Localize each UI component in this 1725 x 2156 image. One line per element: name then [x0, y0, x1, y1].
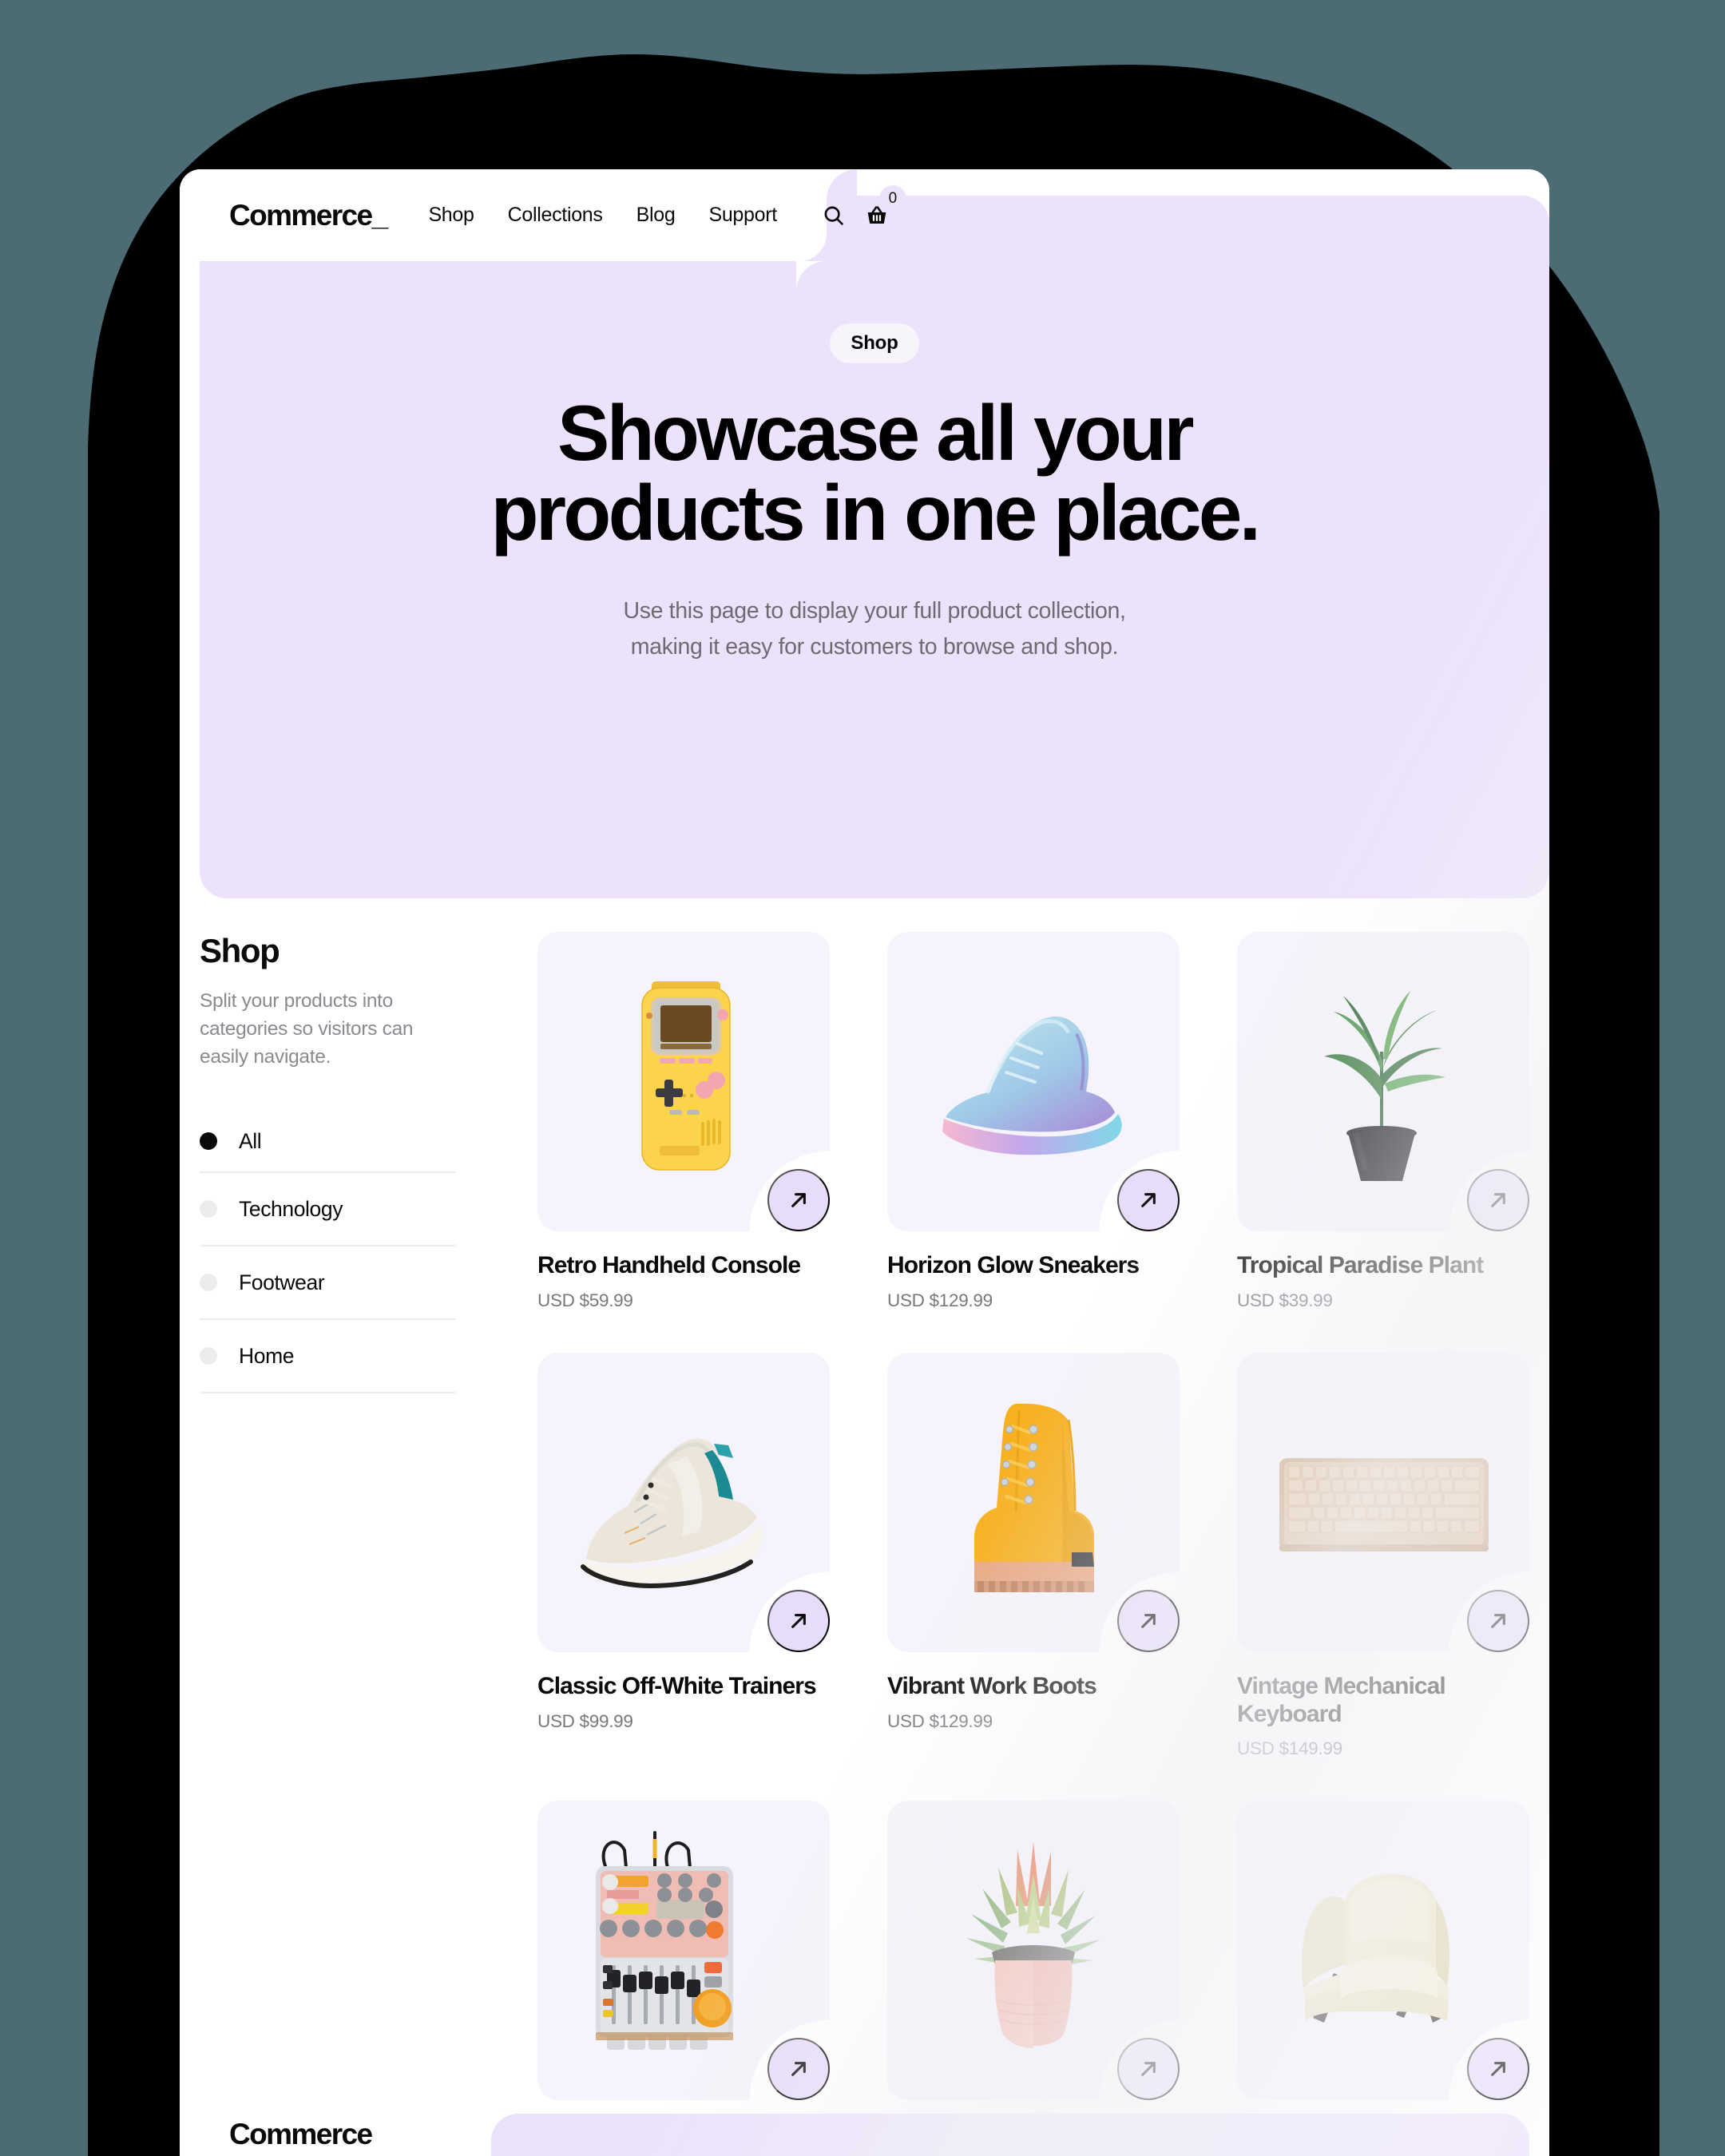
arrow-up-right-icon [1491, 1613, 1505, 1628]
product-card[interactable]: Classic Off-White Trainers USD $99.99 [537, 1352, 830, 1760]
footer-brand-logo[interactable]: Commerce [229, 2118, 373, 2151]
browser-screen: Shop Showcase all your products in one p… [180, 169, 1549, 2156]
radio-dot-icon [200, 1200, 217, 1219]
hero-badge: Shop [830, 323, 919, 363]
nav-corner-notch-bottom [796, 261, 827, 291]
product-thumbnail-wrap [1237, 1352, 1529, 1652]
product-open-button[interactable] [1117, 1589, 1180, 1652]
cart-button[interactable]: 0 [860, 184, 906, 232]
product-card[interactable]: Vintage Mechanical Keyboard USD $149.99 [1237, 1352, 1529, 1760]
nav-icon-group: 0 [817, 184, 906, 232]
radio-dot-icon [200, 1132, 217, 1151]
nav-link-collections[interactable]: Collections [508, 204, 603, 227]
product-price: USD $129.99 [887, 1290, 993, 1310]
product-grid: Retro Handheld Console USD $59.99 Horizo… [487, 932, 1529, 2156]
product-name: Retro Handheld Console [537, 1252, 801, 1278]
product-thumbnail-wrap [537, 1801, 830, 2101]
product-thumbnail-wrap [537, 1352, 830, 1652]
arrow-up-right-icon [791, 2062, 806, 2077]
product-name: Vibrant Work Boots [887, 1672, 1097, 1699]
content-area: Shop Split your products into categories… [180, 932, 1549, 2156]
hero-subtitle-line-1: Use this page to display your full produ… [623, 597, 1126, 624]
product-thumbnail-wrap [887, 932, 1180, 1231]
hero-subtitle: Use this page to display your full produ… [295, 593, 1453, 665]
product-thumbnail-wrap [1237, 1801, 1529, 2101]
product-name: Tropical Paradise Plant [1237, 1252, 1484, 1278]
arrow-up-right-icon [791, 1613, 806, 1628]
product-thumbnail-wrap [1237, 932, 1529, 1231]
nav-link-shop[interactable]: Shop [428, 204, 474, 227]
product-open-button[interactable] [1467, 1169, 1529, 1231]
hero-panel: Shop Showcase all your products in one p… [200, 196, 1549, 898]
hero-title-line-1: Showcase all your [557, 389, 1195, 477]
product-card[interactable]: Retro Handheld Console USD $59.99 [537, 932, 830, 1311]
product-thumbnail-wrap [887, 1352, 1180, 1652]
sidebar-title: Shop [200, 932, 280, 969]
sidebar-description: Split your products into categories so v… [200, 990, 414, 1068]
product-name: Classic Off-White Trainers [537, 1672, 817, 1699]
radio-dot-icon [200, 1347, 217, 1365]
search-button[interactable] [817, 199, 851, 232]
category-item-technology[interactable]: Technology [200, 1173, 455, 1247]
product-open-button[interactable] [1117, 2038, 1180, 2101]
product-open-button[interactable] [767, 1589, 830, 1652]
category-label: All [239, 1128, 262, 1153]
search-icon [824, 206, 843, 225]
site-footer: Commerce [180, 2082, 1549, 2156]
product-name: Vintage Mechanical Keyboard [1237, 1672, 1446, 1727]
product-name: Horizon Glow Sneakers [887, 1252, 1140, 1278]
product-thumbnail-wrap [887, 1801, 1180, 2101]
product-price: USD $99.99 [537, 1710, 633, 1731]
nav-corner-notch-right [827, 169, 857, 200]
product-price: USD $149.99 [1237, 1738, 1342, 1759]
product-open-button[interactable] [767, 2038, 830, 2101]
arrow-up-right-icon [1491, 2062, 1505, 2077]
product-thumbnail-wrap [537, 932, 830, 1231]
brand-logo[interactable]: Commerce_ [229, 199, 388, 232]
category-item-all[interactable]: All [200, 1111, 455, 1174]
arrow-up-right-icon [1141, 1613, 1156, 1628]
hero-title-line-2: products in one place. [490, 468, 1261, 557]
category-item-footwear[interactable]: Footwear [200, 1246, 455, 1321]
product-price: USD $129.99 [887, 1710, 993, 1731]
arrow-up-right-icon [791, 1193, 806, 1207]
hero-subtitle-line-2: making it easy for customers to browse a… [630, 633, 1119, 660]
category-list: All Technology Footwear Home [200, 1111, 455, 1394]
product-open-button[interactable] [1467, 1589, 1529, 1652]
nav-link-support[interactable]: Support [708, 204, 777, 227]
category-label: Home [239, 1343, 295, 1368]
radio-dot-icon [200, 1274, 217, 1292]
category-label: Footwear [239, 1270, 325, 1294]
arrow-up-right-icon [1491, 1193, 1505, 1207]
category-sidebar: Shop Split your products into categories… [200, 932, 487, 2156]
arrow-up-right-icon [1141, 1193, 1156, 1207]
product-open-button[interactable] [1117, 1169, 1180, 1231]
product-price: USD $39.99 [1237, 1290, 1333, 1310]
product-card[interactable]: Tropical Paradise Plant USD $39.99 [1237, 932, 1529, 1311]
footer-panel [491, 2114, 1529, 2156]
product-card[interactable]: Horizon Glow Sneakers USD $129.99 [887, 932, 1180, 1311]
product-price: USD $59.99 [537, 1290, 633, 1310]
arrow-up-right-icon [1141, 2062, 1156, 2077]
navigation-bar: Commerce_ Shop Collections Blog Support [180, 169, 906, 261]
cart-count-badge: 0 [878, 184, 906, 212]
category-item-home[interactable]: Home [200, 1320, 455, 1394]
nav-link-blog[interactable]: Blog [636, 204, 676, 227]
product-card[interactable]: Vibrant Work Boots USD $129.99 [887, 1352, 1180, 1760]
product-open-button[interactable] [1467, 2038, 1529, 2101]
category-label: Technology [239, 1196, 343, 1221]
product-open-button[interactable] [767, 1169, 830, 1231]
page-title: Showcase all your products in one place. [295, 393, 1453, 553]
